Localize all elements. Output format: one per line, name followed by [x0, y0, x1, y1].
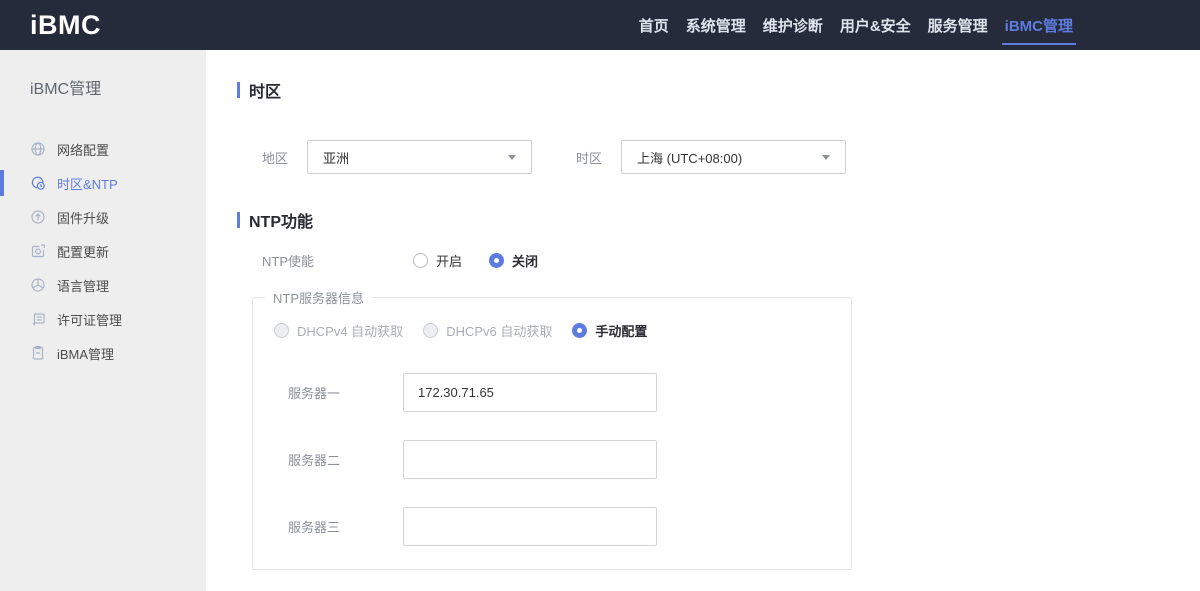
sidebar-item-network-config[interactable]: 网络配置	[0, 132, 206, 166]
sidebar-item-label: 网络配置	[57, 142, 110, 158]
sidebar-item-timezone-ntp[interactable]: 时区&NTP	[0, 166, 206, 200]
sidebar-item-ibma-management[interactable]: iBMA管理	[0, 336, 206, 370]
timezone-clock-icon	[30, 175, 46, 191]
server-three-input[interactable]	[403, 507, 657, 546]
timezone-form-row: 地区 亚洲 时区 上海 (UTC+08:00)	[237, 140, 1200, 174]
dhcpv4-auto-label: DHCPv4 自动获取	[297, 324, 404, 339]
radio-unchecked-icon[interactable]	[413, 253, 428, 268]
dhcpv6-auto-label: DHCPv6 自动获取	[446, 324, 553, 339]
timezone-select-value: 上海 (UTC+08:00)	[637, 150, 743, 166]
nav-maintenance-diagnostics[interactable]: 维护诊断	[763, 0, 823, 50]
timezone-select[interactable]: 上海 (UTC+08:00)	[621, 140, 847, 174]
region-select-value: 亚洲	[323, 150, 350, 166]
nav-user-security[interactable]: 用户&安全	[840, 0, 911, 50]
dhcpv6-auto-option: DHCPv6 自动获取	[423, 321, 552, 340]
sidebar-item-firmware-upgrade[interactable]: 固件升级	[0, 200, 206, 234]
sidebar-item-config-update[interactable]: 配置更新	[0, 234, 206, 268]
sidebar-item-language-management[interactable]: 语言管理	[0, 268, 206, 302]
server-two-input[interactable]	[403, 440, 657, 479]
globe-icon	[30, 141, 46, 157]
nav-ibmc-management[interactable]: iBMC管理	[1001, 0, 1077, 50]
server-three-label: 服务器三	[288, 520, 341, 535]
chevron-down-icon	[822, 154, 831, 160]
region-label: 地区	[262, 150, 289, 166]
sidebar-item-label: 固件升级	[57, 210, 110, 226]
radio-disabled-icon	[274, 323, 289, 338]
sidebar-item-license-management[interactable]: 许可证管理	[0, 302, 206, 336]
sidebar-item-label: 配置更新	[57, 244, 110, 260]
sidebar-item-label: 时区&NTP	[57, 176, 118, 192]
license-icon	[30, 311, 46, 327]
ntp-server-mode-row: DHCPv4 自动获取 DHCPv6 自动获取 手动配置	[274, 321, 851, 340]
manual-config-label: 手动配置	[595, 324, 648, 339]
nav-system-management[interactable]: 系统管理	[686, 0, 746, 50]
timezone-section-header: 时区	[237, 78, 1200, 102]
sidebar-title: iBMC管理	[30, 81, 102, 98]
ntp-server-info-group: NTP服务器信息 DHCPv4 自动获取 DHCPv6 自动获取 手动配置 服务…	[252, 288, 852, 570]
server-two-label: 服务器二	[288, 453, 341, 468]
upload-circle-icon	[30, 209, 46, 225]
ntp-section-title: NTP功能	[249, 214, 314, 231]
sidebar-item-label: iBMA管理	[57, 346, 115, 362]
sidebar-item-label: 许可证管理	[57, 312, 123, 328]
main-content: 时区 地区 亚洲 时区 上海 (UTC+08:00) NTP功能 NTP使能 开…	[206, 50, 1200, 591]
ntp-enable-label: NTP使能	[262, 254, 315, 269]
top-navigation: 首页 系统管理 维护诊断 用户&安全 服务管理 iBMC管理	[639, 0, 1077, 50]
server-one-label: 服务器一	[288, 386, 341, 401]
radio-disabled-icon	[423, 323, 439, 338]
region-select[interactable]: 亚洲	[307, 140, 533, 174]
timezone-section-title: 时区	[249, 84, 282, 101]
server-one-row: 服务器一	[288, 373, 851, 412]
radio-checked-icon[interactable]	[572, 323, 588, 338]
server-two-row: 服务器二	[288, 440, 851, 479]
section-accent-bar	[237, 82, 240, 98]
manual-config-option[interactable]: 手动配置	[572, 321, 647, 340]
ntp-enable-off-label: 关闭	[512, 254, 539, 269]
config-update-icon	[30, 243, 46, 259]
section-accent-bar	[237, 212, 240, 228]
ibmc-logo: iBMC	[30, 9, 101, 40]
nav-service-management[interactable]: 服务管理	[928, 0, 988, 50]
sidebar-item-label: 语言管理	[57, 278, 110, 294]
ntp-enable-off-option[interactable]: 关闭	[489, 251, 538, 270]
ntp-enable-on-label: 开启	[436, 254, 463, 269]
ntp-enable-on-option[interactable]: 开启	[413, 251, 462, 270]
server-one-input[interactable]	[403, 373, 657, 412]
sidebar-menu: 网络配置 时区&NTP 固件升级 配置更新 语言管理 许可证管理 iBMA管理	[0, 132, 206, 370]
nav-home[interactable]: 首页	[639, 0, 669, 50]
ntp-section-header: NTP功能	[237, 208, 1200, 232]
radio-checked-icon[interactable]	[489, 253, 505, 268]
ntp-enable-row: NTP使能 开启 关闭	[237, 251, 1200, 270]
sidebar: iBMC管理 网络配置 时区&NTP 固件升级 配置更新 语言管理 许可证管理 …	[0, 50, 206, 591]
ntp-server-info-legend: NTP服务器信息	[273, 291, 365, 306]
language-globe-icon	[30, 277, 46, 293]
timezone-label: 时区	[576, 150, 603, 166]
chevron-down-icon	[508, 154, 517, 160]
server-three-row: 服务器三	[288, 507, 851, 546]
clipboard-icon	[30, 345, 46, 361]
top-header: iBMC 首页 系统管理 维护诊断 用户&安全 服务管理 iBMC管理	[0, 0, 1200, 50]
dhcpv4-auto-option: DHCPv4 自动获取	[274, 321, 403, 340]
